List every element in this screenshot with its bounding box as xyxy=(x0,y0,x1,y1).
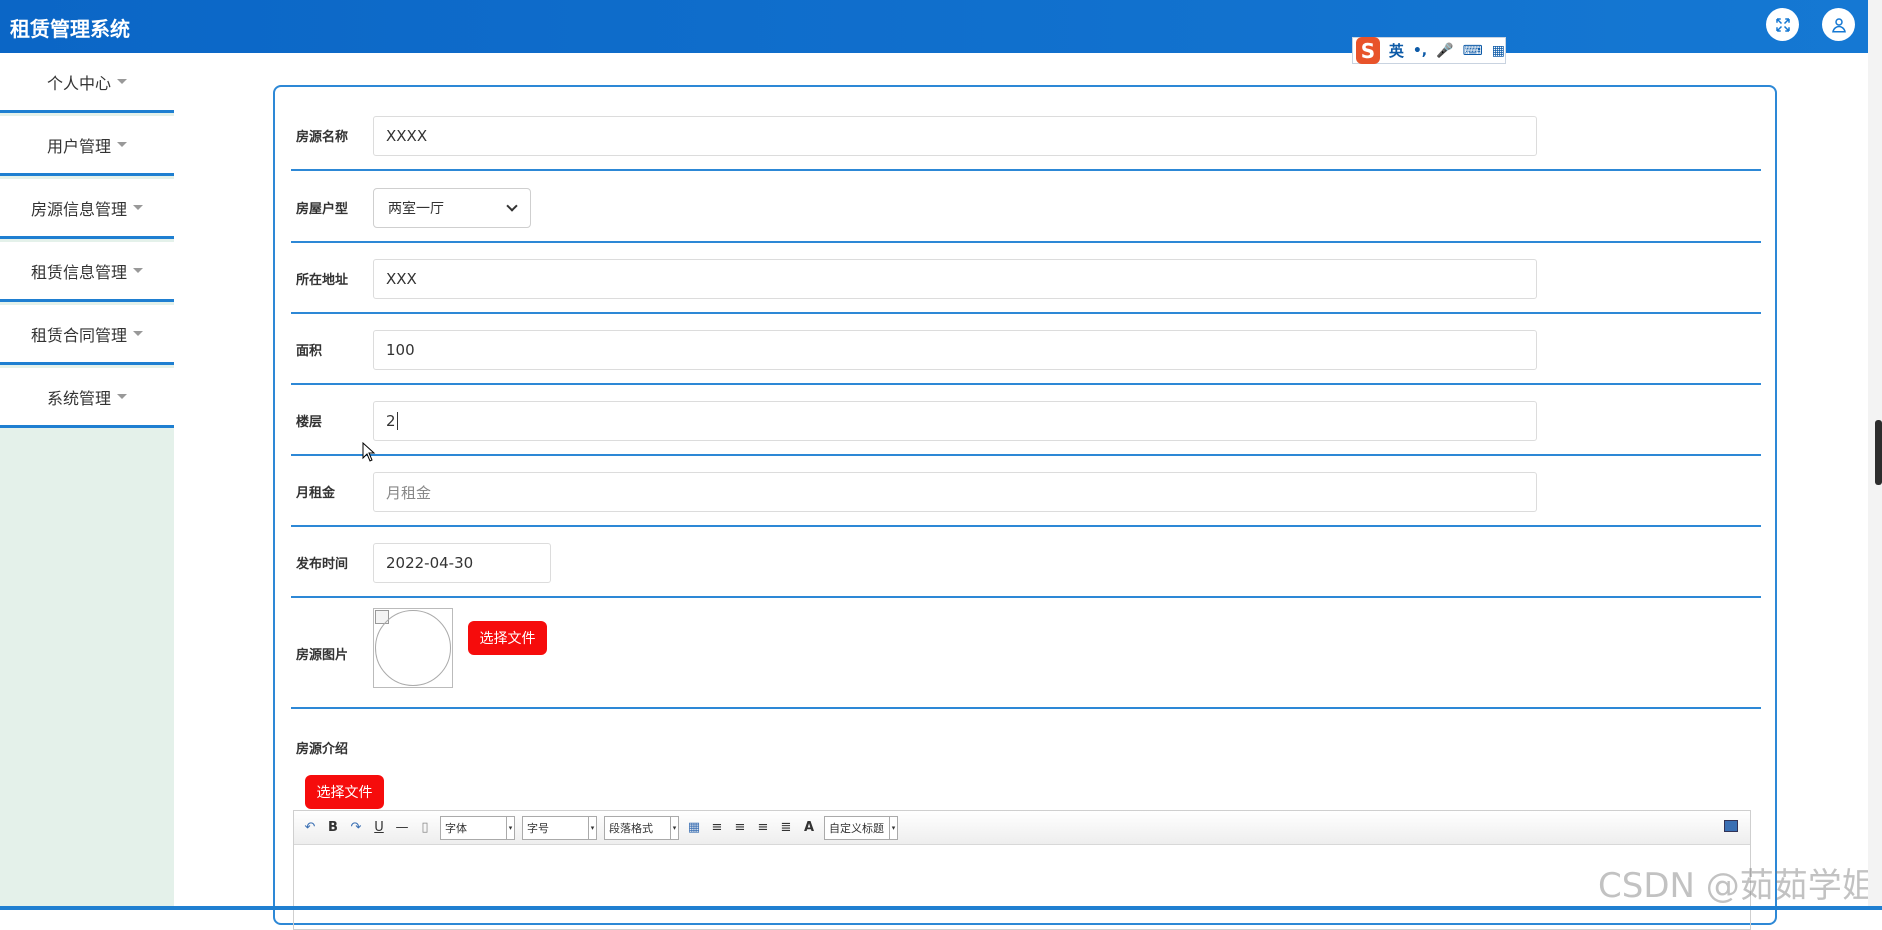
sidebar-item-label: 租赁信息管理 xyxy=(30,262,127,282)
sidebar-item-label: 租赁合同管理 xyxy=(30,325,127,345)
ime-mode[interactable]: 英 xyxy=(1389,40,1404,61)
custom-title-label: 自定义标题 xyxy=(829,821,884,835)
apps-grid-icon[interactable]: ▦ xyxy=(1492,43,1505,59)
page-icon[interactable]: ▯ xyxy=(417,820,433,835)
font-size-select[interactable]: 字号 ▾ xyxy=(522,815,597,840)
text-caret xyxy=(396,412,398,430)
form-row-layout: 房屋户型 两室一厅 xyxy=(291,173,1761,243)
sidebar-item-rental-info[interactable]: 租赁信息管理 xyxy=(0,242,174,302)
font-color-button[interactable]: A xyxy=(801,820,817,835)
sidebar-item-personal-center[interactable]: 个人中心 xyxy=(0,53,174,113)
monthly-rent-input[interactable]: 月租金 xyxy=(373,472,1537,512)
fullscreen-icon[interactable] xyxy=(1766,8,1799,41)
caret-down-icon xyxy=(117,142,127,147)
editor-toolbar: ↶ B ↷ U — ▯ 字体 ▾ 字号 ▾ 段落格式 ▾ ▦ ≡ ≡ ≡ ≣ A xyxy=(294,811,1750,845)
field-label: 房源名称 xyxy=(296,130,349,145)
align-right-icon[interactable]: ≡ xyxy=(732,820,748,835)
bold-button[interactable]: B xyxy=(325,820,341,835)
house-image-preview xyxy=(373,608,453,688)
image-placeholder-circle xyxy=(375,610,451,686)
sidebar-item-contract[interactable]: 租赁合同管理 xyxy=(0,305,174,365)
intro-label: 房源介绍 xyxy=(296,742,349,757)
watermark: CSDN @茹茹学姐 xyxy=(1598,866,1876,906)
sidebar: 个人中心 用户管理 房源信息管理 租赁信息管理 租赁合同管理 系统管理 xyxy=(0,53,174,910)
field-label: 月租金 xyxy=(296,486,336,501)
align-left-icon[interactable]: ≡ xyxy=(709,820,725,835)
form-row-publish-time: 发布时间 2022-04-30 xyxy=(291,528,1761,598)
floor-value: 2 xyxy=(386,412,396,430)
align-center-icon[interactable]: ≡ xyxy=(755,820,771,835)
font-family-label: 字体 xyxy=(445,821,467,835)
user-icon[interactable] xyxy=(1822,8,1855,41)
form-row-name: 房源名称 XXXX xyxy=(291,101,1761,171)
align-justify-icon[interactable]: ≣ xyxy=(778,820,794,835)
underline-button[interactable]: U xyxy=(371,820,387,835)
paragraph-format-select[interactable]: 段落格式 ▾ xyxy=(604,815,679,840)
ime-logo: S xyxy=(1356,37,1380,64)
house-layout-select[interactable]: 两室一厅 xyxy=(373,188,531,228)
mouse-cursor-icon xyxy=(362,442,376,462)
house-name-input[interactable]: XXXX xyxy=(373,116,1537,156)
undo-icon[interactable]: ↶ xyxy=(302,820,318,835)
publish-date-input[interactable]: 2022-04-30 xyxy=(373,543,551,583)
caret-down-icon xyxy=(133,268,143,273)
dropdown-icon: ▾ xyxy=(889,816,897,839)
caret-down-icon xyxy=(133,205,143,210)
font-family-select[interactable]: 字体 ▾ xyxy=(440,815,515,840)
top-bar: 租赁管理系统 xyxy=(0,0,1868,53)
address-input[interactable]: XXX xyxy=(373,259,1537,299)
sidebar-item-system[interactable]: 系统管理 xyxy=(0,368,174,428)
sidebar-item-label: 用户管理 xyxy=(46,136,111,156)
paragraph-format-label: 段落格式 xyxy=(609,821,653,835)
app-title: 租赁管理系统 xyxy=(10,17,130,41)
form-row-floor: 楼层 2 xyxy=(291,386,1761,456)
ime-toolbar[interactable]: S 英 •, 🎤 ⌨ ▦ xyxy=(1352,37,1506,64)
form-row-address: 所在地址 XXX xyxy=(291,244,1761,314)
microphone-icon[interactable]: 🎤 xyxy=(1436,43,1453,59)
area-input[interactable]: 100 xyxy=(373,330,1537,370)
caret-down-icon xyxy=(117,79,127,84)
field-label: 发布时间 xyxy=(296,557,349,572)
field-label: 所在地址 xyxy=(296,273,349,288)
floor-input[interactable]: 2 xyxy=(373,401,1537,441)
form-row-area: 面积 100 xyxy=(291,315,1761,385)
bottom-border xyxy=(0,906,1882,910)
sidebar-item-user-management[interactable]: 用户管理 xyxy=(0,116,174,176)
redo-icon[interactable]: ↷ xyxy=(348,820,364,835)
preview-icon[interactable] xyxy=(1724,820,1738,832)
dropdown-icon: ▾ xyxy=(670,816,678,839)
dropdown-icon: ▾ xyxy=(506,816,514,839)
caret-down-icon xyxy=(117,394,127,399)
form-row-image: 房源图片 选择文件 xyxy=(291,600,1761,709)
caret-down-icon xyxy=(133,331,143,336)
horizontal-rule-icon[interactable]: — xyxy=(394,820,410,835)
field-label: 房屋户型 xyxy=(296,202,349,217)
chevron-down-icon xyxy=(506,200,518,212)
dropdown-icon: ▾ xyxy=(588,816,596,839)
keyboard-icon[interactable]: ⌨ xyxy=(1463,43,1483,59)
sidebar-item-label: 房源信息管理 xyxy=(30,199,127,219)
ime-punctuation-icon[interactable]: •, xyxy=(1413,43,1427,59)
field-label: 楼层 xyxy=(296,415,323,430)
choose-image-button[interactable]: 选择文件 xyxy=(468,621,547,655)
table-icon[interactable]: ▦ xyxy=(686,820,702,835)
rich-text-editor[interactable]: ↶ B ↷ U — ▯ 字体 ▾ 字号 ▾ 段落格式 ▾ ▦ ≡ ≡ ≡ ≣ A xyxy=(293,810,1751,930)
scrollbar-thumb[interactable] xyxy=(1875,420,1882,485)
custom-title-select[interactable]: 自定义标题 ▾ xyxy=(824,815,898,840)
intro-choose-file-button[interactable]: 选择文件 xyxy=(305,775,384,809)
sidebar-item-house-info[interactable]: 房源信息管理 xyxy=(0,179,174,239)
field-label: 面积 xyxy=(296,344,323,359)
field-label: 房源图片 xyxy=(296,648,349,663)
form-panel: 房源名称 XXXX 房屋户型 两室一厅 所在地址 XXX 面积 100 楼层 2… xyxy=(273,85,1777,930)
form-row-rent: 月租金 月租金 xyxy=(291,457,1761,527)
sidebar-item-label: 个人中心 xyxy=(46,73,111,93)
sidebar-item-label: 系统管理 xyxy=(46,388,111,408)
select-value: 两室一厅 xyxy=(388,201,444,217)
font-size-label: 字号 xyxy=(527,821,549,835)
